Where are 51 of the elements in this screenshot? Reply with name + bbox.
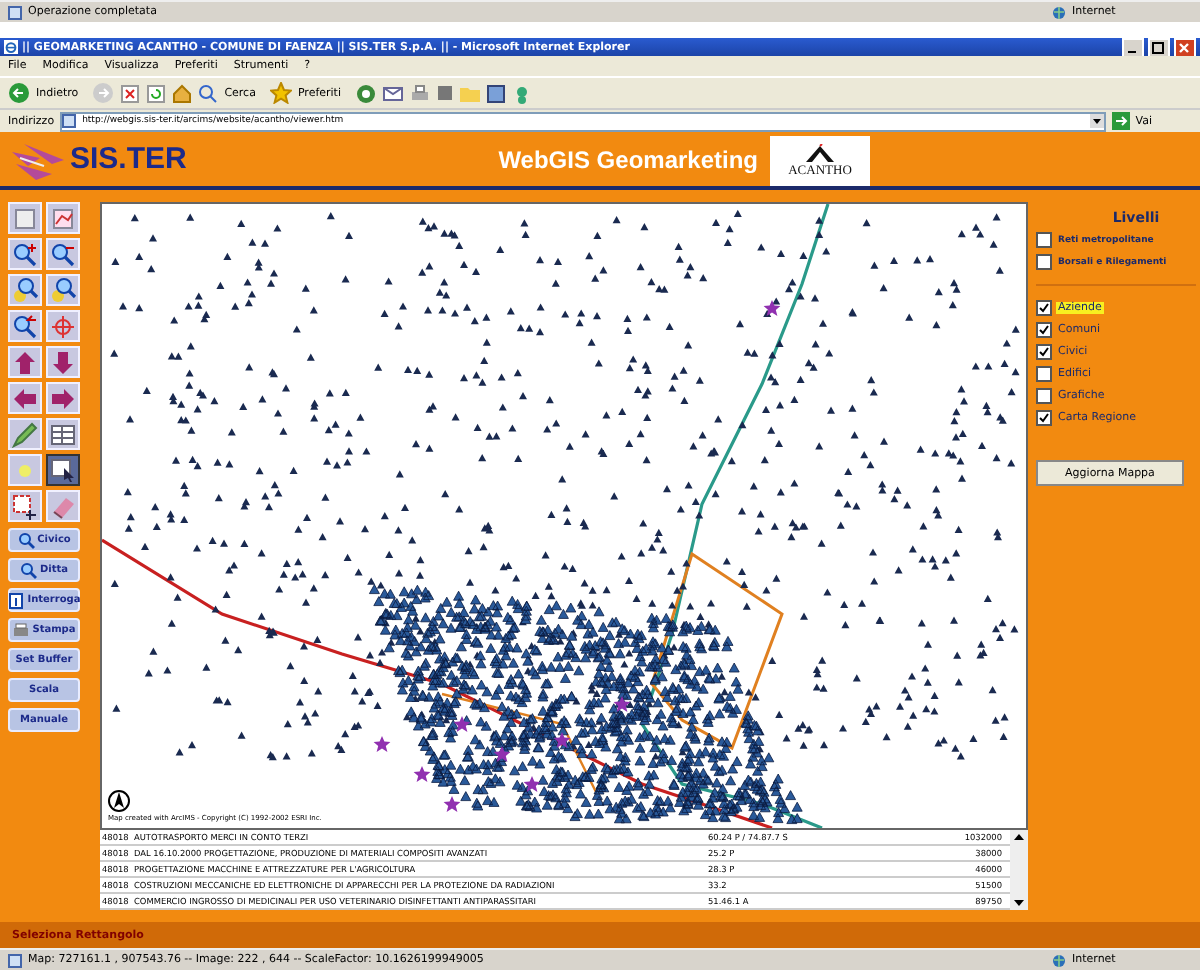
checkbox[interactable] [1036,322,1052,338]
minimize-icon[interactable] [1122,37,1144,57]
page-icon [8,953,22,967]
pencil-icon[interactable] [10,419,40,449]
window-icon[interactable] [485,83,505,103]
select-pointer-icon[interactable] [48,455,78,485]
arrow-down-icon[interactable] [48,347,78,377]
dropdown-arrow-icon[interactable] [1089,114,1104,128]
printer-icon [12,621,31,639]
zoom-back-icon[interactable] [10,311,40,341]
zoom-globe-icon[interactable] [10,275,40,305]
crosshair-icon[interactable] [48,311,78,341]
checkbox[interactable] [1036,232,1052,248]
magnifier-icon [17,531,36,549]
arrow-right-icon[interactable] [48,383,78,413]
magnifier-icon [19,561,38,579]
page-icon [8,5,22,19]
star-icon[interactable] [269,82,292,104]
checkbox[interactable] [1036,300,1052,316]
checkbox[interactable] [1036,388,1052,404]
checkbox[interactable] [1036,410,1052,426]
stop-icon[interactable] [120,83,141,103]
map-icon[interactable] [48,203,78,233]
zoom-globe-icon[interactable] [48,275,78,305]
maximize-icon[interactable] [1148,37,1170,57]
info-icon [7,591,26,609]
table-icon[interactable] [48,419,78,449]
zoom-in-icon[interactable] [10,239,40,269]
search-icon[interactable] [198,83,219,103]
printer-icon[interactable] [409,83,429,103]
stripes-logo-icon [12,139,68,179]
back-arrow-icon[interactable] [8,82,30,104]
select-rectangle-icon[interactable] [10,491,40,521]
header-title: WebGIS Geomarketing [498,145,758,173]
globe-icon [1052,5,1066,19]
checkbox[interactable] [1036,344,1052,360]
checkbox[interactable] [1036,254,1052,270]
mail-icon[interactable] [381,83,403,103]
checkbox[interactable] [1036,366,1052,382]
page-icon [62,114,77,128]
arrow-up-icon[interactable] [10,347,40,377]
zoom-out-icon[interactable] [48,239,78,269]
home-icon[interactable] [172,83,193,103]
close-icon[interactable] [1174,37,1196,57]
globe-icon [1052,953,1066,967]
chevron-logo-icon [804,144,836,162]
go-arrow-icon[interactable] [1111,112,1130,130]
logo-text: SIS.TER [70,142,187,176]
browser-icon [4,40,18,54]
vertical-scrollbar[interactable] [1010,830,1028,910]
refresh-icon[interactable] [146,83,167,103]
